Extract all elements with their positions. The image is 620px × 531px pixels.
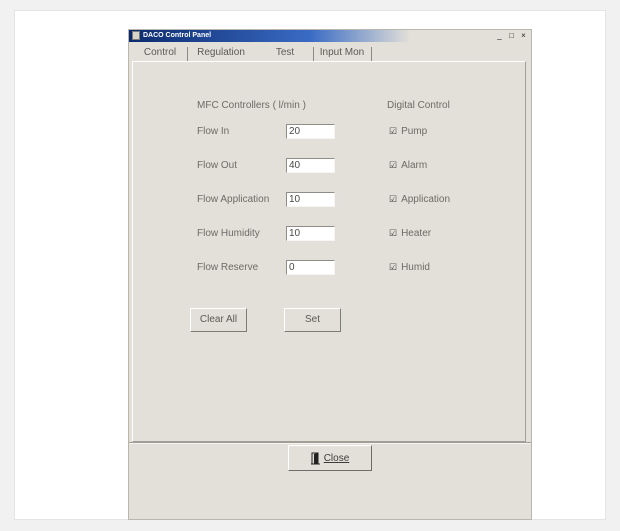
tab-test[interactable]: Test: [265, 44, 305, 61]
flow-reserve-field[interactable]: 0: [286, 260, 335, 275]
maximize-button[interactable]: □: [506, 31, 517, 40]
tab-input-mon[interactable]: Input Mon: [315, 44, 369, 61]
title-bar[interactable]: DACO Control Panel _ □ ×: [129, 30, 531, 42]
humid-checkbox[interactable]: ☑ Humid: [389, 262, 430, 273]
footer-divider-highlight: [129, 443, 531, 444]
flow-in-field[interactable]: 20: [286, 124, 335, 139]
daco-control-panel-window: DACO Control Panel _ □ × Control Regulat…: [128, 29, 532, 520]
app-icon: [132, 31, 140, 40]
flow-humidity-field[interactable]: 10: [286, 226, 335, 241]
door-exit-icon: [310, 452, 321, 465]
close-button-label: Close: [323, 452, 350, 464]
checkbox-checked-icon: ☑: [389, 160, 398, 170]
flow-humidity-label: Flow Humidity: [197, 228, 260, 239]
window-title: DACO Control Panel: [143, 32, 212, 39]
tab-separator: [187, 47, 188, 61]
minimize-button[interactable]: _: [494, 31, 505, 40]
flow-application-label: Flow Application: [197, 194, 270, 205]
tab-separator: [313, 47, 314, 61]
mfc-controllers-heading: MFC Controllers ( l/min ): [197, 100, 306, 111]
pump-label: Pump: [401, 126, 428, 137]
digital-control-heading: Digital Control: [387, 100, 450, 111]
flow-out-field[interactable]: 40: [286, 158, 335, 173]
heater-label: Heater: [401, 228, 432, 239]
flow-reserve-label: Flow Reserve: [197, 262, 259, 273]
flow-in-label: Flow In: [197, 126, 230, 137]
checkbox-checked-icon: ☑: [389, 262, 398, 272]
close-window-button[interactable]: ×: [518, 31, 529, 40]
humid-label: Humid: [401, 262, 430, 273]
alarm-label: Alarm: [401, 160, 428, 171]
test-tab-panel: MFC Controllers ( l/min ) Digital Contro…: [132, 61, 526, 442]
tab-control[interactable]: Control: [137, 44, 183, 61]
window-controls: _ □ ×: [494, 31, 529, 41]
close-button[interactable]: Close: [288, 445, 372, 471]
checkbox-checked-icon: ☑: [389, 126, 398, 136]
tab-regulation[interactable]: Regulation: [191, 44, 251, 61]
application-label: Application: [401, 194, 450, 205]
checkbox-checked-icon: ☑: [389, 194, 398, 204]
set-button[interactable]: Set: [284, 308, 341, 332]
flow-application-field[interactable]: 10: [286, 192, 335, 207]
flow-out-label: Flow Out: [197, 160, 238, 171]
clear-all-button[interactable]: Clear All: [190, 308, 247, 332]
application-checkbox[interactable]: ☑ Application: [389, 194, 450, 205]
alarm-checkbox[interactable]: ☑ Alarm: [389, 160, 427, 171]
checkbox-checked-icon: ☑: [389, 228, 398, 238]
tab-separator: [371, 47, 372, 61]
pump-checkbox[interactable]: ☑ Pump: [389, 126, 427, 137]
heater-checkbox[interactable]: ☑ Heater: [389, 228, 431, 239]
